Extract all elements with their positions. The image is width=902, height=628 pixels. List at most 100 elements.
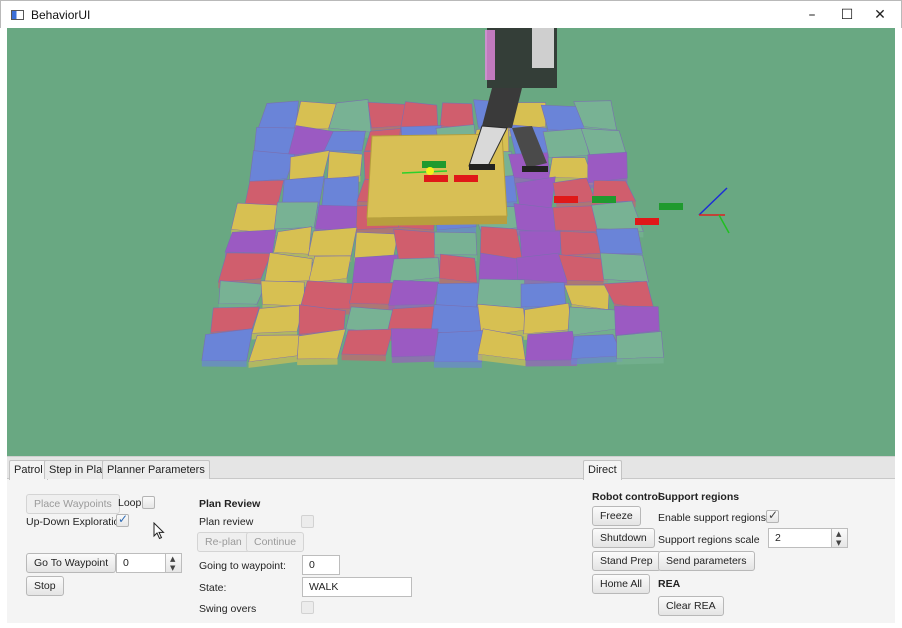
continue-button[interactable]: Continue	[246, 532, 305, 552]
loop-label: Loop:	[118, 497, 145, 509]
stand-prep-button[interactable]: Stand Prep	[592, 551, 661, 571]
terrain-tile	[595, 228, 643, 255]
terrain-scene	[201, 28, 730, 368]
spinner-down-icon[interactable]: ▼	[170, 564, 175, 572]
robot-foot	[522, 166, 548, 172]
terrain-tile	[321, 176, 359, 209]
terrain-tile	[570, 334, 623, 359]
up-down-exploration-checkbox[interactable]: ✓	[116, 512, 129, 527]
support-regions-scale-label: Support regions scale	[658, 534, 760, 546]
terrain-tile	[390, 328, 439, 358]
spinner-up-icon[interactable]: ▲	[170, 555, 175, 563]
terrain-tile	[273, 201, 319, 230]
footstep-marker	[635, 218, 659, 225]
terrain-tile	[256, 100, 299, 132]
terrain-tile	[201, 328, 253, 362]
support-regions-header: Support regions	[658, 491, 740, 503]
control-pane: Patrol Step in Place Planner Parameters …	[7, 456, 895, 623]
spinner-up-icon[interactable]: ▲	[836, 530, 841, 538]
goal-marker	[426, 167, 434, 175]
terrain-tile	[224, 229, 277, 254]
terrain-tile	[434, 231, 478, 256]
footstep-marker	[422, 161, 446, 168]
loop-checkbox[interactable]	[142, 496, 155, 509]
stop-button[interactable]: Stop	[26, 576, 64, 596]
swing-overs-label: Swing overs	[199, 603, 257, 615]
swing-overs-checkbox[interactable]	[301, 601, 314, 614]
send-parameters-button[interactable]: Send parameters	[658, 551, 755, 571]
waypoint-spinner-input[interactable]: 0	[116, 553, 166, 573]
axis-z	[698, 187, 728, 216]
tab-direct[interactable]: Direct	[583, 460, 622, 480]
terrain-tile	[341, 328, 394, 356]
plan-review-header: Plan Review	[199, 498, 261, 510]
maximize-button[interactable]: ☐	[832, 5, 862, 25]
terrain-tile	[388, 279, 440, 306]
waypoint-spinner-arrows[interactable]: ▲ ▼	[166, 553, 182, 573]
tab-planner-parameters[interactable]: Planner Parameters	[102, 460, 210, 479]
footstep-marker	[592, 196, 616, 203]
going-to-waypoint-label: Going to waypoint:	[199, 560, 286, 572]
terrain-tile	[587, 151, 628, 184]
close-button[interactable]: ✕	[865, 5, 895, 25]
robot-arm-highlight	[485, 30, 495, 80]
terrain-tile	[260, 280, 305, 307]
clear-rea-button[interactable]: Clear REA	[658, 596, 724, 616]
axis-y	[718, 214, 730, 234]
minimize-button[interactable]: –	[797, 5, 827, 25]
terrain-tile	[249, 150, 296, 183]
footstep-marker	[659, 203, 683, 210]
terrain-tile-side	[201, 360, 247, 367]
freeze-button[interactable]: Freeze	[592, 506, 641, 526]
support-regions-scale-input[interactable]: 2	[768, 528, 832, 548]
terrain-tile	[599, 252, 650, 283]
place-waypoints-button[interactable]: Place Waypoints	[26, 494, 120, 514]
left-tab-strip: Patrol Step in Place Planner Parameters	[7, 457, 583, 480]
spinner-down-icon[interactable]: ▼	[836, 539, 841, 547]
terrain-tile	[433, 330, 484, 363]
terrain-tile	[548, 157, 594, 180]
footstep-marker	[554, 196, 578, 203]
terrain-tile	[552, 205, 599, 232]
terrain-tile-side	[433, 361, 482, 368]
terrain-tile	[217, 252, 272, 283]
robot-control-header: Robot control	[592, 491, 661, 503]
terrain-tile	[393, 228, 438, 260]
going-to-waypoint-field[interactable]: 0	[302, 555, 340, 575]
footstep-marker	[424, 175, 448, 182]
mouse-pointer-icon	[153, 522, 165, 540]
terrain-tile	[307, 227, 358, 257]
checkmark-icon: ✓	[118, 512, 129, 526]
replan-button[interactable]: Re-plan	[197, 532, 250, 552]
state-field[interactable]: WALK	[302, 577, 412, 597]
scale-spinner-arrows[interactable]: ▲ ▼	[832, 528, 848, 548]
enable-support-regions-checkbox[interactable]: ✓	[766, 508, 779, 523]
terrain-tile	[327, 151, 363, 180]
app-window-icon	[11, 10, 24, 20]
go-to-waypoint-button[interactable]: Go To Waypoint	[26, 553, 117, 573]
3d-viewport[interactable]	[7, 28, 895, 456]
terrain-tile	[299, 280, 353, 310]
tab-patrol[interactable]: Patrol	[9, 460, 48, 480]
home-all-button[interactable]: Home All	[592, 574, 651, 594]
state-label: State:	[199, 582, 227, 594]
terrain-tile	[525, 330, 578, 361]
terrain-tile	[616, 331, 665, 359]
footstep-marker	[454, 175, 478, 182]
robot-foot	[469, 164, 495, 170]
terrain-tile	[218, 280, 267, 305]
shutdown-button[interactable]: Shutdown	[592, 528, 655, 548]
terrain-tile	[251, 304, 304, 334]
window-title: BehaviorUI	[31, 8, 91, 22]
robot-pack	[532, 28, 554, 68]
terrain-tile-side	[525, 359, 578, 367]
enable-support-regions-label: Enable support regions	[658, 512, 766, 524]
rea-header: REA	[658, 578, 681, 590]
terrain-tile	[230, 202, 281, 235]
terrain-tile-side	[341, 354, 386, 362]
plan-review-label: Plan review	[199, 516, 254, 528]
terrain-tile	[520, 282, 567, 308]
terrain-tile	[308, 255, 352, 284]
right-tab-strip: Direct	[583, 457, 895, 480]
plan-review-checkbox[interactable]	[301, 515, 314, 528]
